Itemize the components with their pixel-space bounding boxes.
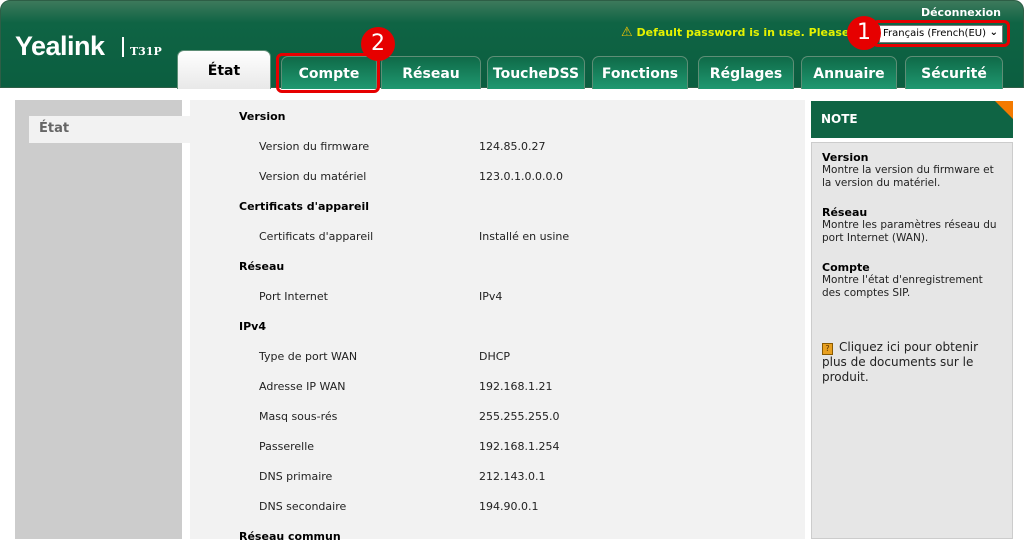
field-value: 123.0.1.0.0.0.0 [479, 170, 563, 183]
field-label: Passerelle [259, 440, 315, 453]
field-value: 124.85.0.27 [479, 140, 546, 153]
note-item-text: Montre les paramètres réseau du port Int… [822, 219, 997, 244]
tab-reglages[interactable]: Réglages [698, 56, 794, 89]
sidebar [15, 100, 182, 539]
callout-1: 1 [847, 16, 881, 50]
tab-touchedss[interactable]: ToucheDSS [487, 56, 585, 89]
field-label: Version du firmware [259, 140, 370, 153]
field-label: Version du matériel [259, 170, 367, 183]
field-value: 255.255.255.0 [479, 410, 560, 423]
tab-etat[interactable]: État [177, 50, 271, 89]
status-content: Version Version du firmware 124.85.0.27 Ver… [190, 100, 805, 543]
field-value: IPv4 [479, 290, 503, 303]
note-item-text: Montre l'état d'enregistrement des compt… [822, 274, 983, 299]
note-item-version: Version Montre la version du firmware et … [822, 151, 1002, 190]
callout-highlight-language [872, 20, 1010, 47]
field-value: 192.168.1.254 [479, 440, 560, 453]
logout-link[interactable]: Déconnexion [921, 6, 1001, 19]
note-item-text: Montre la version du firmware et la vers… [822, 164, 994, 189]
documents-link-text: Cliquez ici pour obtenir plus de documen… [822, 340, 979, 384]
note-panel: NOTE Version Montre la version du firmwar… [811, 101, 1013, 539]
warning-icon: ⚠ [621, 25, 633, 40]
field-label: DNS secondaire [259, 500, 347, 513]
field-label: DNS primaire [259, 470, 333, 483]
note-item-title: Compte [822, 261, 870, 274]
field-label: Port Internet [259, 290, 328, 303]
note-header: NOTE [811, 101, 1013, 138]
field-label: Certificats d'appareil [259, 230, 374, 243]
field-label: Adresse IP WAN [259, 380, 346, 393]
note-item-title: Réseau [822, 206, 868, 219]
warning-text: Default password is in use. Please cha [636, 26, 875, 39]
field-label: Type de port WAN [259, 350, 358, 363]
field-value: 194.90.0.1 [479, 500, 539, 513]
note-title: NOTE [821, 112, 858, 126]
note-item-reseau: Réseau Montre les paramètres réseau du po… [822, 206, 1002, 245]
section-heading: Version [239, 110, 286, 123]
field-label: Masq sous-rés [259, 410, 338, 423]
section-heading: Réseau [239, 260, 285, 273]
documents-link[interactable]: ? Cliquez ici pour obtenir plus de docume… [822, 340, 1002, 385]
tab-reseau[interactable]: Réseau [381, 56, 481, 89]
note-corner [995, 101, 1013, 119]
section-heading: IPv4 [239, 320, 266, 333]
callout-highlight-compte [276, 53, 380, 93]
note-item-compte: Compte Montre l'état d'enregistrement des… [822, 261, 1002, 300]
book-icon: ? [822, 343, 833, 355]
field-value: 192.168.1.21 [479, 380, 553, 393]
default-password-warning[interactable]: ⚠ Default password is in use. Please cha [621, 25, 875, 40]
tab-securite[interactable]: Sécurité [905, 56, 1003, 89]
callout-2: 2 [361, 27, 395, 61]
section-heading: Réseau commun [239, 530, 341, 543]
note-item-title: Version [822, 151, 869, 164]
tab-fonctions[interactable]: Fonctions [592, 56, 688, 89]
section-heading: Certificats d'appareil [239, 200, 369, 213]
sidebar-item-etat[interactable]: État [29, 116, 190, 143]
tab-annuaire[interactable]: Annuaire [801, 56, 897, 89]
field-value: DHCP [479, 350, 511, 363]
note-body: Version Montre la version du firmware et … [811, 142, 1013, 539]
field-value: 212.143.0.1 [479, 470, 546, 483]
field-value: Installé en usine [479, 230, 570, 243]
main-tabs: État Compte Réseau ToucheDSS Fonctions Réglag… [1, 50, 1024, 89]
